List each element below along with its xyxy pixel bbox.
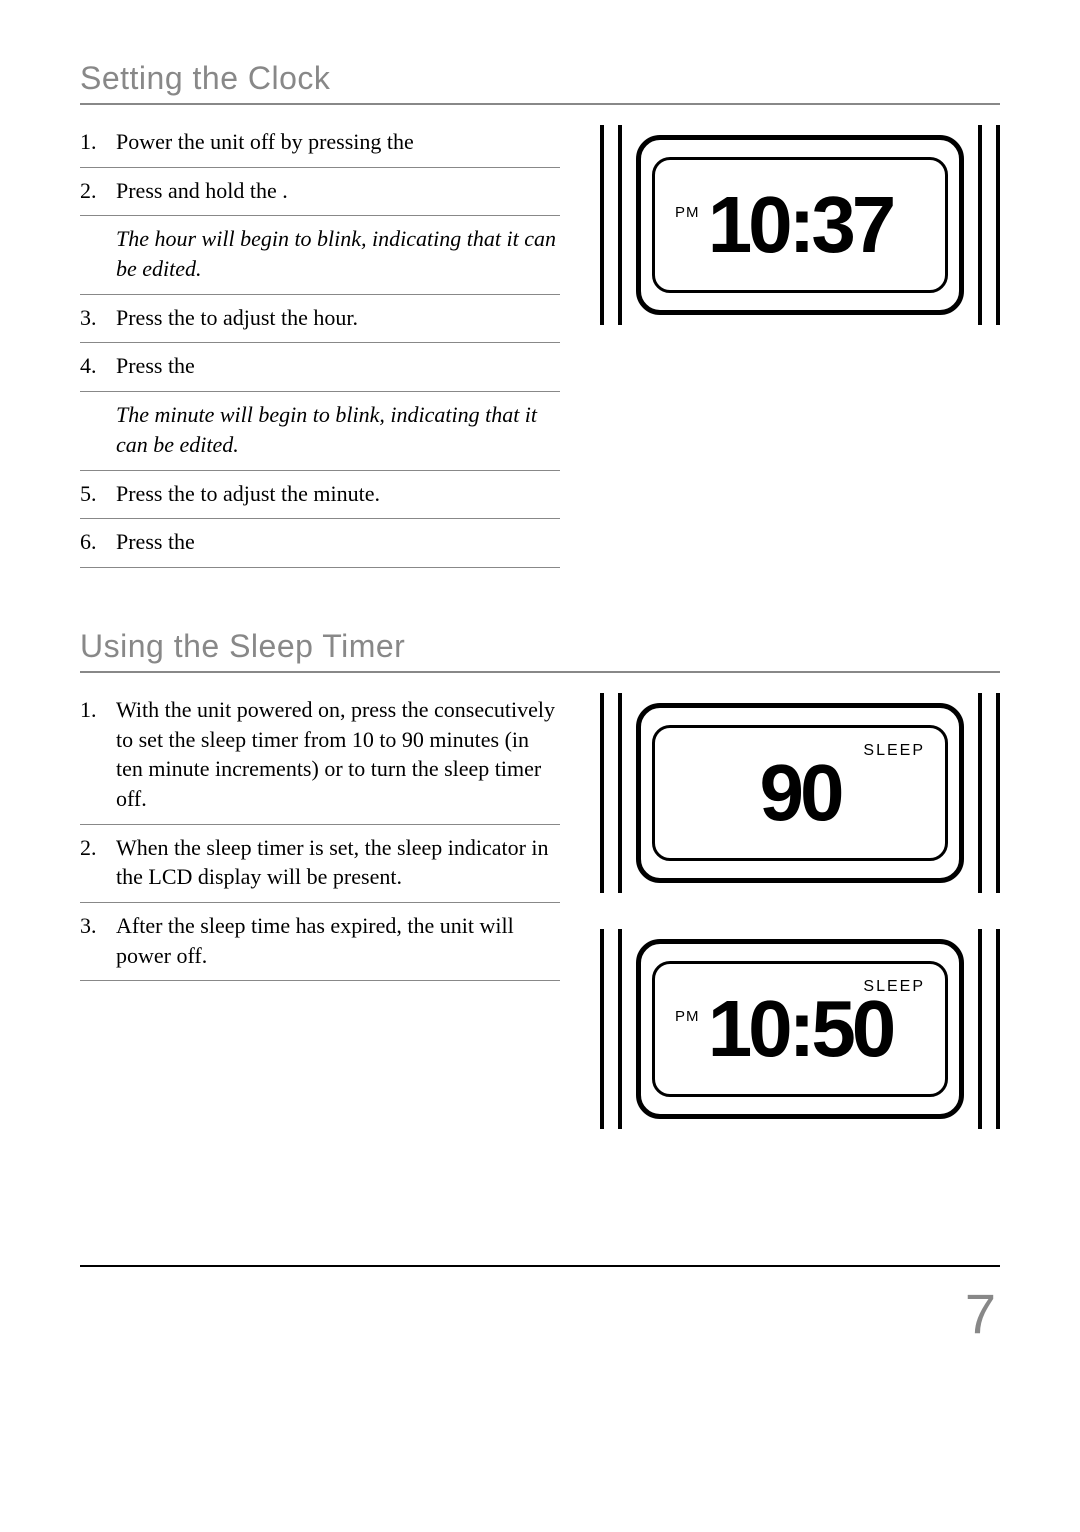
step-number: 6. [80, 527, 116, 557]
page-number: 7 [80, 1281, 1000, 1386]
section-rule [80, 103, 1000, 105]
step: 1. Power the unit off by pressing the [80, 119, 560, 168]
step-text: Press the [116, 351, 560, 381]
section-rule [80, 671, 1000, 673]
section-sleep-body: 1. With the unit powered on, press the c… [80, 687, 1000, 1165]
step: 2. Press and hold the . [80, 168, 560, 217]
step-text: Power the unit off by pressing the [116, 127, 560, 157]
step: 2. When the sleep timer is set, the slee… [80, 825, 560, 903]
lcd-pm-indicator: PM [675, 1008, 700, 1025]
lcd-side-bar [618, 125, 622, 325]
lcd-frame: PM 10:37 [636, 135, 965, 315]
step: 6. Press the [80, 519, 560, 568]
lcd-sleep-indicator: SLEEP [863, 978, 925, 996]
step-number: 1. [80, 695, 116, 814]
lcd-side-bar [600, 693, 604, 893]
lcd-side-bar [618, 693, 622, 893]
lcd-screen: PM SLEEP 10:50 [652, 961, 948, 1097]
manual-page: Setting the Clock 1. Power the unit off … [0, 0, 1080, 1386]
sleep-steps: 1. With the unit powered on, press the c… [80, 687, 560, 982]
lcd-side-bar [978, 125, 982, 325]
lcd-sleep-indicator: SLEEP [863, 742, 925, 760]
step-text: After the sleep time has expired, the un… [116, 911, 560, 970]
section-clock-body: 1. Power the unit off by pressing the 2.… [80, 119, 1000, 568]
lcd-side-bar [996, 125, 1000, 325]
step: 3. After the sleep time has expired, the… [80, 903, 560, 981]
lcd-illustration: PM SLEEP 10:50 [600, 929, 1000, 1129]
lcd-value: 90 [760, 753, 841, 833]
lcd-illustration: PM 10:37 [600, 125, 1000, 325]
step-note: The hour will begin to blink, indicating… [80, 216, 560, 294]
lcd-time: 10:37 [708, 185, 893, 265]
lcd-screen: PM 10:37 [652, 157, 948, 293]
section-title-clock: Setting the Clock [80, 60, 1000, 97]
lcd-time: 10:50 [708, 989, 893, 1069]
clock-steps-column: 1. Power the unit off by pressing the 2.… [80, 119, 560, 568]
step-note: The minute will begin to blink, indicati… [80, 392, 560, 470]
lcd-illustration: SLEEP 90 [600, 693, 1000, 893]
lcd-side-bar [600, 929, 604, 1129]
clock-steps: 1. Power the unit off by pressing the 2.… [80, 119, 560, 216]
sleep-illustration-column: SLEEP 90 PM SLEEP 10:50 [600, 687, 1000, 1165]
lcd-side-bar [618, 929, 622, 1129]
step: 5. Press the to adjust the minute. [80, 471, 560, 520]
lcd-side-bar [996, 929, 1000, 1129]
lcd-pm-indicator: PM [675, 204, 700, 221]
lcd-side-bar [600, 125, 604, 325]
clock-steps-cont: 3. Press the to adjust the hour. 4. Pres… [80, 295, 560, 392]
step-text: When the sleep timer is set, the sleep i… [116, 833, 560, 892]
step-text: Press the to adjust the hour. [116, 303, 560, 333]
footer-rule [80, 1265, 1000, 1267]
step-number: 4. [80, 351, 116, 381]
lcd-side-bar [978, 693, 982, 893]
step-text: Press the [116, 527, 560, 557]
clock-illustration-column: PM 10:37 [600, 119, 1000, 568]
step-number: 2. [80, 833, 116, 892]
step-number: 3. [80, 303, 116, 333]
step-number: 2. [80, 176, 116, 206]
step-number: 1. [80, 127, 116, 157]
section-title-sleep: Using the Sleep Timer [80, 628, 1000, 665]
step-text: Press and hold the . [116, 176, 560, 206]
step: 3. Press the to adjust the hour. [80, 295, 560, 344]
lcd-side-bar [996, 693, 1000, 893]
step: 1. With the unit powered on, press the c… [80, 687, 560, 825]
lcd-frame: PM SLEEP 10:50 [636, 939, 965, 1119]
step-number: 3. [80, 911, 116, 970]
step: 4. Press the [80, 343, 560, 392]
step-number: 5. [80, 479, 116, 509]
lcd-frame: SLEEP 90 [636, 703, 965, 883]
step-text: With the unit powered on, press the cons… [116, 695, 560, 814]
sleep-steps-column: 1. With the unit powered on, press the c… [80, 687, 560, 1165]
step-text: Press the to adjust the minute. [116, 479, 560, 509]
clock-steps-cont2: 5. Press the to adjust the minute. 6. Pr… [80, 471, 560, 568]
lcd-screen: SLEEP 90 [652, 725, 948, 861]
lcd-side-bar [978, 929, 982, 1129]
